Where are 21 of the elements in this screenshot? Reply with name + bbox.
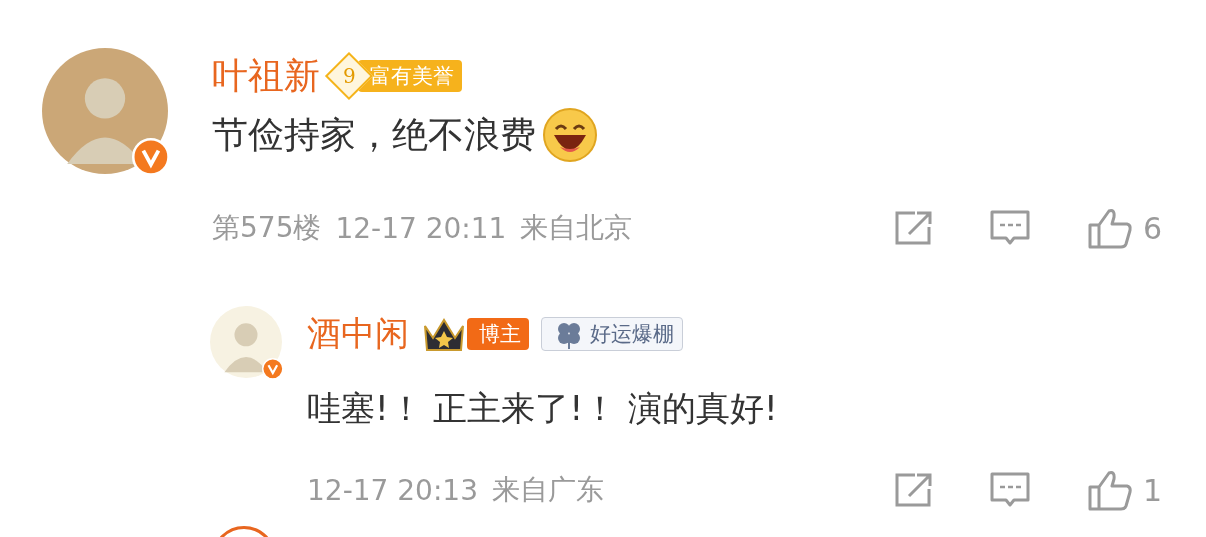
username[interactable]: 叶祖新 — [212, 51, 320, 101]
timestamp: 12-17 20:11 — [335, 211, 507, 245]
location: 来自广东 — [491, 472, 604, 508]
like-button[interactable]: 1 — [1086, 469, 1162, 511]
avatar[interactable] — [210, 306, 282, 378]
floor-number: 第575楼 — [212, 210, 322, 246]
comment-button[interactable] — [988, 209, 1031, 247]
comment-button[interactable] — [988, 471, 1031, 509]
comment-text: 哇塞!！ 正主来了!！ 演的真好! — [307, 387, 778, 430]
fan-badge: 好运爆棚 — [541, 317, 683, 351]
location: 来自北京 — [520, 210, 633, 246]
avatar[interactable] — [42, 48, 168, 174]
thumbs-up-icon — [1086, 207, 1133, 249]
comment-text: 节俭持家，绝不浪费 — [212, 112, 536, 157]
blogger-tag: 博主 — [467, 318, 529, 350]
like-button[interactable]: 6 — [1086, 207, 1162, 249]
timestamp: 12-17 20:13 — [307, 473, 478, 507]
comment-icon — [988, 471, 1031, 509]
comment-icon — [988, 209, 1031, 247]
thumbs-up-icon — [1086, 469, 1133, 511]
username[interactable]: 酒中闲 — [307, 311, 409, 357]
